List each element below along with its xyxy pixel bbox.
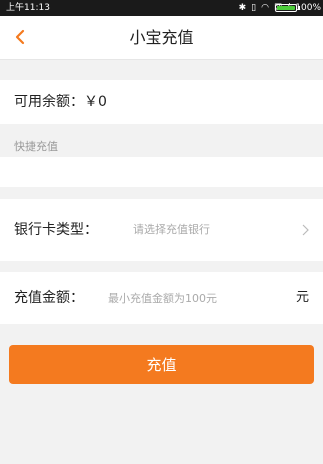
bluetooth-icon: ✱ [238,3,247,13]
recharge-button[interactable]: 充值 [9,345,314,384]
quick-recharge-area [0,157,323,187]
status-time: 上午11:13 [6,3,50,13]
amount-row: 充值金额： 元 [0,272,323,324]
amount-unit: 元 [295,290,309,305]
nav-bar: 小宝充值 [0,16,323,60]
battery-percent: 100% [295,3,321,13]
battery-icon [275,4,297,12]
amount-input[interactable] [108,284,278,312]
balance-text: 可用余额：￥0 [14,94,107,110]
quick-recharge-label: 快捷充值 [14,140,58,153]
page-title: 小宝充值 [129,28,194,47]
status-bar: 上午11:13 ✱ ▯ ◠ ☒ ϟ 100% [0,0,323,16]
bank-card-label: 银行卡类型： [14,222,98,238]
bank-card-placeholder: 请选择充值银行 [133,223,210,236]
balance-row: 可用余额：￥0 [0,80,323,124]
vibrate-icon: ▯ [251,3,257,13]
amount-label: 充值金额： [14,290,84,306]
battery-fill [277,6,295,10]
chevron-right-icon [302,224,309,236]
wifi-icon: ◠ [261,3,269,13]
bank-card-select[interactable]: 银行卡类型： 请选择充值银行 [0,199,323,261]
